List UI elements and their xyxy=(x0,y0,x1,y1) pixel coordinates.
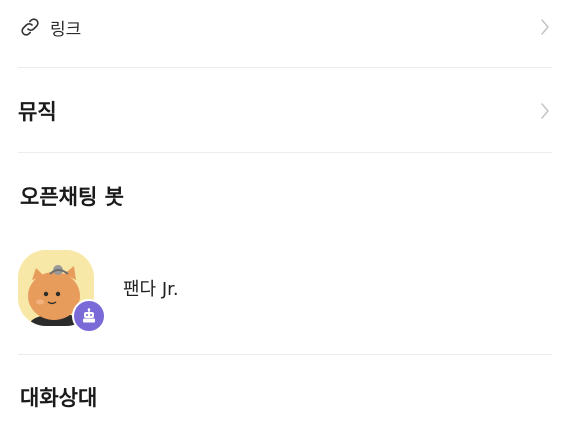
chat-partner-title: 대화상대 xyxy=(20,386,98,410)
chevron-right-icon xyxy=(538,16,552,38)
divider xyxy=(18,152,552,153)
divider xyxy=(18,354,552,355)
chevron-right-icon xyxy=(538,100,552,122)
music-label: 뮤직 xyxy=(18,100,57,124)
music-row[interactable]: 뮤직 xyxy=(18,90,552,132)
link-icon xyxy=(18,14,44,40)
open-chat-bot-title: 오픈채팅 봇 xyxy=(20,185,124,209)
robot-icon xyxy=(72,299,106,333)
bot-name: 팬다 Jr. xyxy=(123,279,179,300)
divider xyxy=(18,67,552,68)
bot-list-item[interactable]: 팬다 Jr. xyxy=(18,245,552,333)
avatar xyxy=(18,250,106,333)
link-label: 링크 xyxy=(50,19,82,40)
link-row[interactable]: 링크 xyxy=(18,8,552,46)
